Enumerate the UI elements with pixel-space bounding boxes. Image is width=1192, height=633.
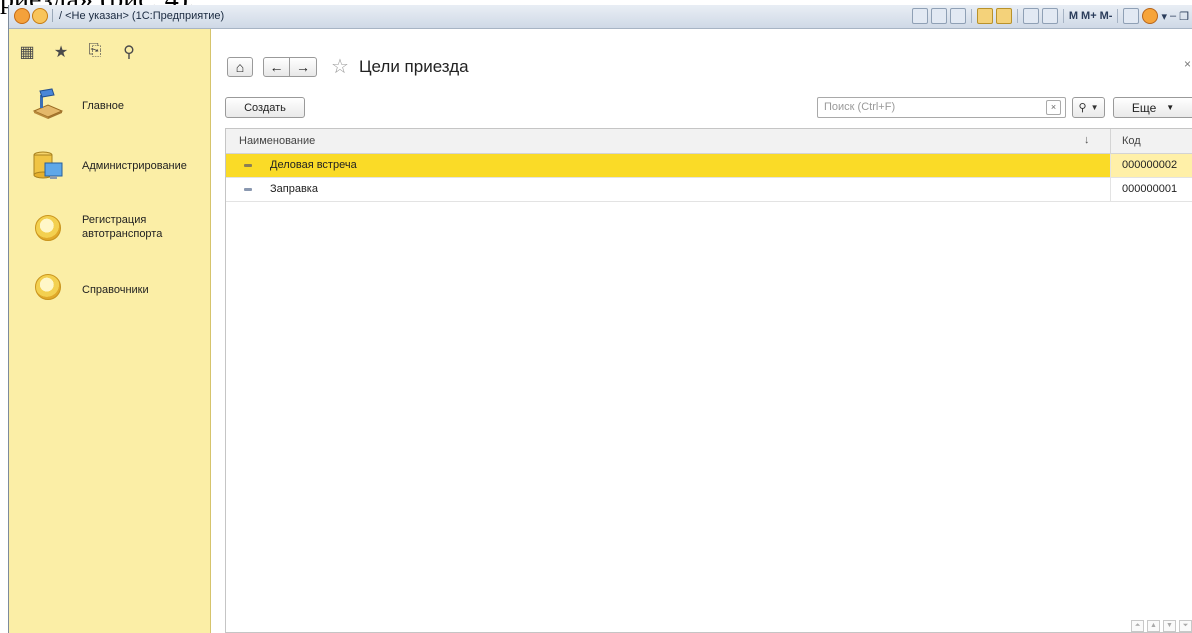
home-icon: ⌂ bbox=[235, 59, 245, 75]
name-cell[interactable]: Заправка bbox=[226, 178, 1110, 201]
home-button[interactable]: ⌂ bbox=[227, 57, 253, 77]
calendar-icon[interactable] bbox=[1041, 8, 1058, 24]
arrow-left-icon: ← bbox=[269, 59, 284, 75]
row-name: Заправка bbox=[270, 183, 318, 195]
print-icon[interactable] bbox=[930, 8, 947, 24]
maximize-icon[interactable]: ❐ bbox=[1179, 10, 1189, 23]
info-dropdown-icon[interactable]: ▾ bbox=[1161, 10, 1167, 23]
database-monitor-icon bbox=[33, 151, 63, 179]
code-cell[interactable]: 000000002 bbox=[1110, 154, 1192, 177]
sections-panel: ▦ ★ ⎘ ⚲ Главное Администрирование Регист… bbox=[9, 29, 211, 633]
table-header: Наименование ↓ Код bbox=[226, 129, 1192, 154]
app-window: / <Не указан> (1С:Предприятие) M M+ M- ▾… bbox=[8, 5, 1192, 633]
favorites-icon[interactable] bbox=[995, 8, 1012, 24]
toolbar-divider bbox=[1062, 9, 1064, 23]
preview-icon[interactable] bbox=[949, 8, 966, 24]
column-header-code[interactable]: Код bbox=[1122, 135, 1141, 147]
save-icon[interactable] bbox=[911, 8, 928, 24]
section-vehicle-registration[interactable]: Регистрация автотранспорта bbox=[9, 205, 210, 245]
section-catalogs[interactable]: Справочники bbox=[9, 269, 210, 309]
star-icon[interactable]: ★ bbox=[53, 42, 69, 62]
arrow-right-icon: → bbox=[296, 59, 310, 75]
search-placeholder: Поиск (Ctrl+F) bbox=[824, 101, 896, 113]
titlebar-divider bbox=[52, 9, 53, 22]
back-button[interactable]: ← bbox=[263, 57, 290, 77]
sidebar-toolbar: ▦ ★ ⎘ ⚲ bbox=[19, 42, 137, 62]
form-area: ⌂ ← → ☆ Цели приезда × Создать Поиск (Ct… bbox=[212, 29, 1192, 633]
titlebar-toolbar: M M+ M- ▾ – ❐ bbox=[911, 7, 1189, 25]
titlebar: / <Не указан> (1С:Предприятие) M M+ M- ▾… bbox=[9, 5, 1192, 29]
window-title: / <Не указан> (1С:Предприятие) bbox=[59, 10, 225, 22]
app-menu-icon[interactable] bbox=[32, 8, 48, 24]
section-label: Справочники bbox=[82, 284, 149, 296]
favorites-add-icon[interactable] bbox=[976, 8, 993, 24]
item-marker-icon bbox=[244, 188, 252, 191]
memory-plus-button[interactable]: M+ bbox=[1081, 10, 1097, 22]
clear-search-icon[interactable]: × bbox=[1046, 100, 1061, 115]
section-label: Администрирование bbox=[82, 160, 187, 172]
chevron-down-icon: ▼ bbox=[1090, 103, 1099, 112]
scroll-bottom-icon[interactable]: ⏷ bbox=[1179, 620, 1192, 632]
toolbar-divider bbox=[970, 9, 972, 23]
row-name: Деловая встреча bbox=[270, 159, 357, 171]
toolbar-divider bbox=[1016, 9, 1018, 23]
section-label: Главное bbox=[82, 100, 125, 112]
column-header-name[interactable]: Наименование bbox=[239, 135, 315, 147]
close-icon[interactable]: × bbox=[1184, 57, 1191, 71]
forward-button[interactable]: → bbox=[290, 57, 317, 77]
coin-icon bbox=[35, 274, 61, 300]
row-code: 000000001 bbox=[1122, 183, 1178, 195]
section-main[interactable]: Главное bbox=[9, 85, 210, 125]
search-icon[interactable]: ⚲ bbox=[121, 42, 137, 62]
memory-button[interactable]: M bbox=[1069, 10, 1078, 22]
page-title: Цели приезда bbox=[358, 57, 469, 76]
list-navigation: ⏶ ▲ ▼ ⏷ bbox=[1131, 620, 1192, 632]
scroll-up-icon[interactable]: ▲ bbox=[1147, 620, 1160, 632]
table-row[interactable]: Заправка 000000001 bbox=[226, 178, 1192, 202]
more-button-label: Еще bbox=[1131, 100, 1157, 115]
magnifier-icon: ⚲ bbox=[1078, 102, 1087, 114]
catalog-list[interactable]: Наименование ↓ Код Деловая встреча 00000… bbox=[225, 128, 1192, 633]
calculator-icon[interactable] bbox=[1022, 8, 1039, 24]
minimize-icon[interactable]: – bbox=[1170, 10, 1176, 22]
desk-lamp-icon bbox=[32, 88, 64, 119]
table-row[interactable]: Деловая встреча 000000002 bbox=[226, 154, 1192, 178]
more-button[interactable]: Еще ▼ bbox=[1113, 97, 1192, 118]
row-code: 000000002 bbox=[1122, 159, 1178, 171]
section-administration[interactable]: Администрирование bbox=[9, 145, 210, 185]
memory-minus-button[interactable]: M- bbox=[1100, 10, 1113, 22]
name-cell[interactable]: Деловая встреча bbox=[226, 154, 1110, 177]
search-button[interactable]: ⚲ ▼ bbox=[1072, 97, 1105, 118]
chevron-down-icon: ▼ bbox=[1166, 103, 1175, 112]
sort-down-icon: ↓ bbox=[1084, 134, 1090, 146]
code-cell[interactable]: 000000001 bbox=[1110, 178, 1192, 201]
column-divider[interactable] bbox=[1110, 129, 1111, 153]
item-marker-icon bbox=[244, 164, 252, 167]
history-icon[interactable]: ⎘ bbox=[87, 42, 103, 62]
search-input[interactable]: Поиск (Ctrl+F) × bbox=[817, 97, 1066, 118]
scroll-top-icon[interactable]: ⏶ bbox=[1131, 620, 1144, 632]
coin-icon bbox=[35, 215, 61, 241]
form-navigation: ⌂ ← → ☆ Цели приезда bbox=[227, 57, 469, 77]
window-layout-icon[interactable] bbox=[1123, 8, 1140, 24]
create-button[interactable]: Создать bbox=[225, 97, 305, 118]
info-icon[interactable] bbox=[1142, 8, 1159, 24]
favorite-star-icon[interactable]: ☆ bbox=[331, 57, 349, 77]
scroll-down-icon[interactable]: ▼ bbox=[1163, 620, 1176, 632]
app-logo-icon[interactable] bbox=[14, 8, 30, 24]
apps-grid-icon[interactable]: ▦ bbox=[19, 42, 35, 62]
section-label: Регистрация автотранспорта bbox=[82, 214, 163, 240]
toolbar-divider bbox=[1117, 9, 1119, 23]
